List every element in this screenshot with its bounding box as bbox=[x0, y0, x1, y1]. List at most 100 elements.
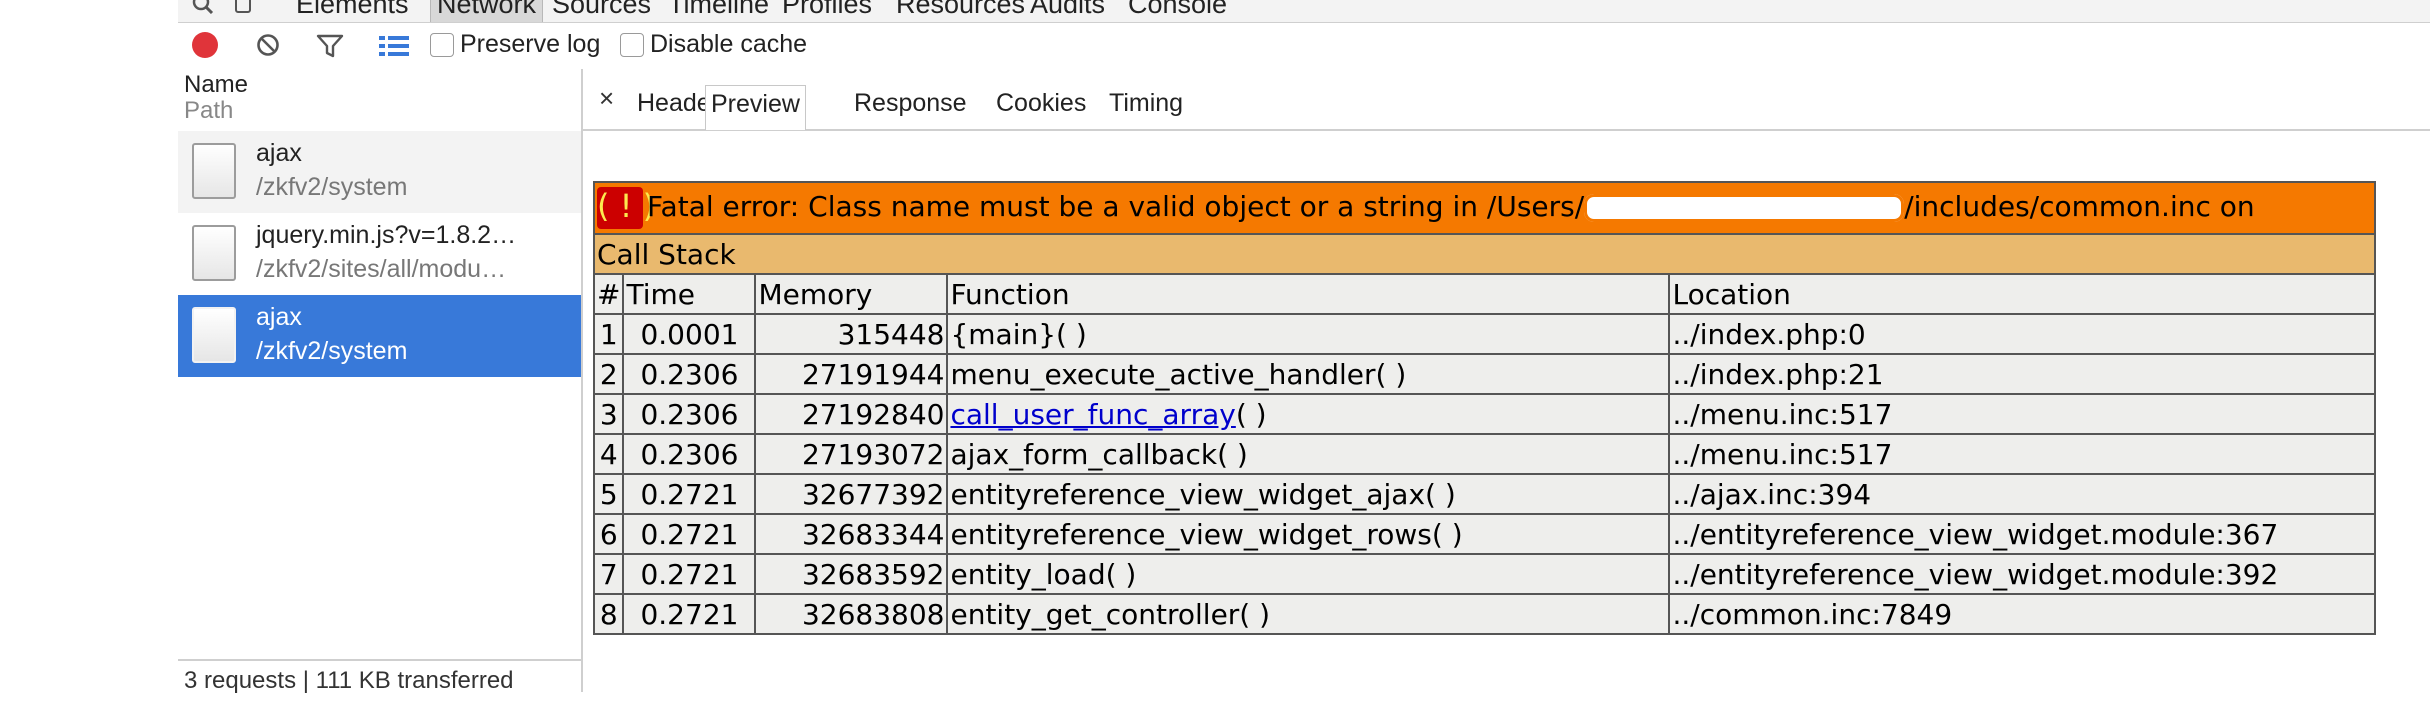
stack-memory: 32683808 bbox=[754, 593, 949, 635]
tab-timing[interactable]: Timing bbox=[1109, 89, 1183, 118]
tab-profiles[interactable]: Profiles bbox=[782, 0, 872, 22]
request-name: ajax bbox=[256, 139, 302, 167]
stack-memory: 32683344 bbox=[754, 513, 949, 555]
tab-cookies[interactable]: Cookies bbox=[996, 89, 1086, 118]
device-mode-icon[interactable] bbox=[232, 0, 254, 14]
request-list: Name Path ajax /zkfv2/system jquery.min.… bbox=[178, 69, 583, 694]
stack-time: 0.2721 bbox=[622, 473, 757, 515]
detail-tab-bar: × Headers Preview Response Cookies Timin… bbox=[583, 69, 2430, 131]
col-location: Location bbox=[1668, 273, 2377, 315]
tab-audits[interactable]: Audits bbox=[1030, 0, 1105, 22]
tab-response[interactable]: Response bbox=[854, 89, 967, 118]
detail-pane: × Headers Preview Response Cookies Timin… bbox=[583, 69, 2430, 692]
function-parens: ( ) bbox=[1235, 397, 1267, 431]
call-stack-row: Call Stack bbox=[592, 233, 2377, 275]
tab-sources[interactable]: Sources bbox=[552, 0, 651, 22]
stack-time: 0.2306 bbox=[622, 353, 757, 395]
request-name: ajax bbox=[256, 303, 302, 331]
col-time: Time bbox=[622, 273, 757, 315]
stack-index: 8 bbox=[592, 593, 625, 635]
stack-time: 0.2721 bbox=[622, 513, 757, 555]
tab-resources[interactable]: Resources bbox=[896, 0, 1025, 22]
error-row: ( ! )Fatal error: Class name must be a v… bbox=[592, 181, 2377, 235]
stack-memory: 27192840 bbox=[754, 393, 949, 435]
stack-row: 1 0.0001 315448 {main}( ) ../index.php:0 bbox=[592, 313, 2377, 355]
request-path: /zkfv2/system bbox=[256, 173, 408, 201]
col-memory: Memory bbox=[754, 273, 949, 315]
tab-network[interactable]: Network bbox=[430, 0, 544, 22]
stack-function: ajax_form_callback( ) bbox=[946, 433, 1671, 475]
column-header-row: # Time Memory Function Location bbox=[592, 273, 2377, 315]
stack-index: 7 bbox=[592, 553, 625, 595]
stack-time: 0.2306 bbox=[622, 393, 757, 435]
tab-console[interactable]: Console bbox=[1128, 0, 1227, 22]
stack-function: entityreference_view_widget_rows( ) bbox=[946, 513, 1671, 555]
stack-row: 5 0.2721 32677392 entityreference_view_w… bbox=[592, 473, 2377, 515]
tab-elements[interactable]: Elements bbox=[296, 0, 409, 22]
stack-index: 1 bbox=[592, 313, 625, 355]
request-row[interactable]: jquery.min.js?v=1.8.2… /zkfv2/sites/all/… bbox=[178, 213, 581, 295]
stack-function: entityreference_view_widget_ajax( ) bbox=[946, 473, 1671, 515]
preserve-log-label: Preserve log bbox=[460, 30, 601, 58]
request-row-selected[interactable]: ajax /zkfv2/system bbox=[178, 295, 581, 377]
large-rows-icon[interactable] bbox=[378, 34, 410, 58]
search-icon[interactable] bbox=[192, 0, 214, 14]
stack-location: ../entityreference_view_widget.module:36… bbox=[1668, 513, 2377, 555]
list-header[interactable]: Name Path bbox=[178, 69, 581, 129]
stack-index: 6 bbox=[592, 513, 625, 555]
request-name: jquery.min.js?v=1.8.2… bbox=[256, 221, 517, 249]
col-index: # bbox=[592, 273, 625, 315]
panel-tab-strip: Elements Network Sources Timeline Profil… bbox=[178, 0, 2430, 23]
function-doc-link[interactable]: call_user_func_array bbox=[950, 398, 1235, 431]
stack-index: 2 bbox=[592, 353, 625, 395]
stack-location: ../index.php:0 bbox=[1668, 313, 2377, 355]
disable-cache-label: Disable cache bbox=[650, 30, 808, 58]
request-path: /zkfv2/sites/all/modu… bbox=[256, 255, 507, 283]
stack-memory: 32683592 bbox=[754, 553, 949, 595]
path-column-subheader: Path bbox=[184, 97, 234, 124]
error-message: ( ! )Fatal error: Class name must be a v… bbox=[592, 181, 2377, 235]
error-text-start: Fatal error: Class name must be a valid … bbox=[647, 190, 1585, 223]
devtools-window: Elements Network Sources Timeline Profil… bbox=[178, 0, 2430, 694]
call-stack-label: Call Stack bbox=[592, 233, 2377, 275]
stack-function: menu_execute_active_handler( ) bbox=[946, 353, 1671, 395]
tab-preview[interactable]: Preview bbox=[705, 85, 806, 130]
stack-function: entity_load( ) bbox=[946, 553, 1671, 595]
status-text: 3 requests | 111 KB transferred bbox=[184, 667, 514, 694]
disable-cache-checkbox[interactable] bbox=[620, 33, 644, 57]
filter-icon[interactable] bbox=[316, 33, 344, 59]
stack-location: ../menu.inc:517 bbox=[1668, 433, 2377, 475]
name-column-header[interactable]: Name bbox=[184, 71, 248, 99]
col-function: Function bbox=[946, 273, 1671, 315]
clear-icon[interactable] bbox=[256, 33, 280, 57]
request-path: /zkfv2/system bbox=[256, 337, 408, 365]
stack-time: 0.2306 bbox=[622, 433, 757, 475]
stack-location: ../menu.inc:517 bbox=[1668, 393, 2377, 435]
stack-index: 5 bbox=[592, 473, 625, 515]
stack-location: ../index.php:21 bbox=[1668, 353, 2377, 395]
request-row[interactable]: ajax /zkfv2/system bbox=[178, 131, 581, 213]
stack-row: 8 0.2721 32683808 entity_get_controller(… bbox=[592, 593, 2377, 635]
stack-row: 6 0.2721 32683344 entityreference_view_w… bbox=[592, 513, 2377, 555]
stack-time: 0.2721 bbox=[622, 553, 757, 595]
redacted-path bbox=[1584, 194, 1905, 222]
stack-row: 2 0.2306 27191944 menu_execute_active_ha… bbox=[592, 353, 2377, 395]
stack-function: entity_get_controller( ) bbox=[946, 593, 1671, 635]
stack-location: ../entityreference_view_widget.module:39… bbox=[1668, 553, 2377, 595]
stack-function: {main}( ) bbox=[946, 313, 1671, 355]
stack-memory: 32677392 bbox=[754, 473, 949, 515]
document-icon bbox=[192, 225, 236, 281]
stack-row: 4 0.2306 27193072 ajax_form_callback( ) … bbox=[592, 433, 2377, 475]
error-table: ( ! )Fatal error: Class name must be a v… bbox=[592, 181, 2377, 635]
close-icon[interactable]: × bbox=[599, 83, 614, 114]
stack-time: 0.0001 bbox=[622, 313, 757, 355]
document-icon bbox=[192, 307, 236, 363]
document-icon bbox=[192, 143, 236, 199]
record-icon[interactable] bbox=[192, 32, 218, 58]
stack-row: 3 0.2306 27192840 call_user_func_array( … bbox=[592, 393, 2377, 435]
network-toolbar: Preserve log Disable cache bbox=[178, 23, 2430, 69]
preserve-log-checkbox[interactable] bbox=[430, 33, 454, 57]
stack-memory: 315448 bbox=[754, 313, 949, 355]
stack-location: ../ajax.inc:394 bbox=[1668, 473, 2377, 515]
tab-timeline[interactable]: Timeline bbox=[668, 0, 769, 22]
